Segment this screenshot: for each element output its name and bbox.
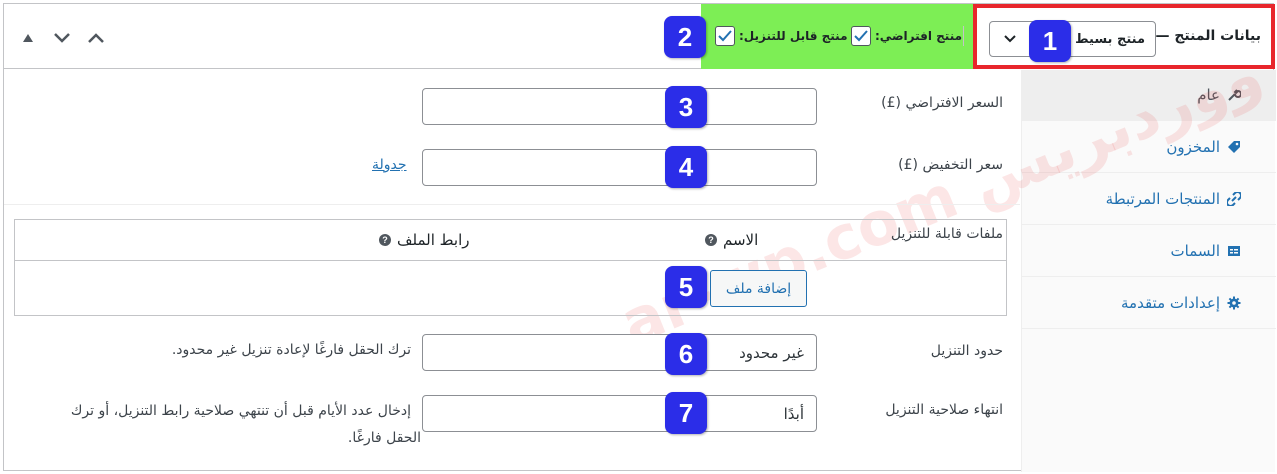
downloadable-checkbox[interactable]	[715, 26, 735, 46]
product-type-select[interactable]: منتج بسيط	[989, 21, 1156, 57]
tab-label: المخزون	[1166, 138, 1220, 156]
add-file-button[interactable]: إضافة ملف	[710, 270, 807, 307]
help-icon[interactable]: ?	[379, 234, 391, 246]
tab-label: السمات	[1170, 242, 1220, 260]
download-expiry-input[interactable]: أبدًا	[422, 395, 817, 432]
tab-inventory[interactable]: المخزون	[1022, 122, 1276, 173]
regular-price-input[interactable]	[422, 88, 817, 125]
download-limit-input[interactable]: غير محدود	[422, 334, 817, 371]
download-expiry-help: إدخال عدد الأيام قبل أن تنتهي صلاحية راب…	[70, 403, 411, 419]
callout-badge-2: 2	[664, 16, 706, 58]
virtual-option[interactable]: منتج افتراضي:	[851, 26, 962, 46]
download-expiry-label: انتهاء صلاحية التنزيل	[885, 402, 1003, 418]
virtual-checkbox[interactable]	[851, 26, 871, 46]
tag-icon	[1226, 139, 1242, 155]
panel-order-arrows	[18, 28, 106, 48]
product-type-highlight: بيانات المنتج — منتج بسيط	[973, 4, 1275, 69]
sale-price-input[interactable]	[422, 149, 817, 186]
files-table-header: الاسم ? رابط الملف ?	[15, 220, 1006, 261]
product-data-panel: منتج افتراضي: منتج قابل للتنزيل: بيانات …	[3, 0, 1277, 472]
callout-badge-3: 3	[665, 86, 707, 128]
column-file-url: رابط الملف ?	[379, 231, 470, 249]
callout-badge-5: 5	[665, 266, 707, 308]
link-icon	[1226, 191, 1242, 207]
tab-label: عام	[1197, 86, 1220, 104]
downloadable-files-table: الاسم ? رابط الملف ? إضافة ملف	[14, 219, 1007, 316]
move-up-icon[interactable]	[86, 28, 106, 48]
product-type-value: منتج بسيط	[1075, 31, 1145, 47]
table-icon	[1226, 243, 1242, 259]
virtual-label: منتج افتراضي:	[875, 29, 963, 43]
callout-badge-6: 6	[665, 333, 707, 375]
tab-advanced[interactable]: إعدادات متقدمة	[1022, 278, 1276, 329]
column-name-label: الاسم	[723, 231, 759, 249]
chevron-down-icon	[1000, 29, 1020, 49]
regular-price-label: السعر الافتراضي (£)	[881, 95, 1003, 111]
tab-label: إعدادات متقدمة	[1121, 294, 1220, 312]
tab-label: المنتجات المرتبطة	[1105, 190, 1220, 208]
option-divider	[963, 26, 964, 46]
move-down-icon[interactable]	[52, 28, 72, 48]
schedule-link[interactable]: جدولة	[372, 157, 407, 173]
downloadable-label: منتج قابل للتنزيل:	[739, 29, 848, 43]
tab-general[interactable]: عام	[1022, 70, 1276, 121]
download-expiry-help-2: الحقل فارغًا.	[347, 430, 421, 446]
download-limit-label: حدود التنزيل	[930, 343, 1003, 359]
checkmark-icon	[718, 30, 732, 42]
tab-attributes[interactable]: السمات	[1022, 226, 1276, 277]
product-data-tabs: عام المخزون المنتجات المرتبطة السمات إعد…	[1021, 70, 1276, 472]
help-icon[interactable]: ?	[705, 234, 717, 246]
downloadable-option[interactable]: منتج قابل للتنزيل:	[715, 26, 848, 46]
column-name: الاسم ?	[705, 231, 758, 249]
callout-badge-7: 7	[665, 392, 707, 434]
column-url-label: رابط الملف	[397, 231, 470, 249]
checkmark-icon	[854, 30, 868, 42]
download-limit-help: ترك الحقل فارغًا لإعادة تنزيل غير محدود.	[171, 342, 411, 358]
callout-badge-4: 4	[665, 146, 707, 188]
collapse-triangle-icon[interactable]	[18, 28, 38, 48]
tab-linked-products[interactable]: المنتجات المرتبطة	[1022, 174, 1276, 225]
callout-badge-1: 1	[1029, 20, 1071, 62]
gear-icon	[1226, 295, 1242, 311]
sale-price-label: سعر التخفيض (£)	[898, 157, 1003, 173]
panel-title: بيانات المنتج —	[1155, 28, 1261, 44]
product-options-highlight: منتج افتراضي: منتج قابل للتنزيل:	[701, 4, 973, 69]
panel-header: منتج افتراضي: منتج قابل للتنزيل: بيانات …	[4, 4, 1275, 69]
wrench-icon	[1226, 87, 1242, 103]
section-divider	[4, 204, 1020, 205]
